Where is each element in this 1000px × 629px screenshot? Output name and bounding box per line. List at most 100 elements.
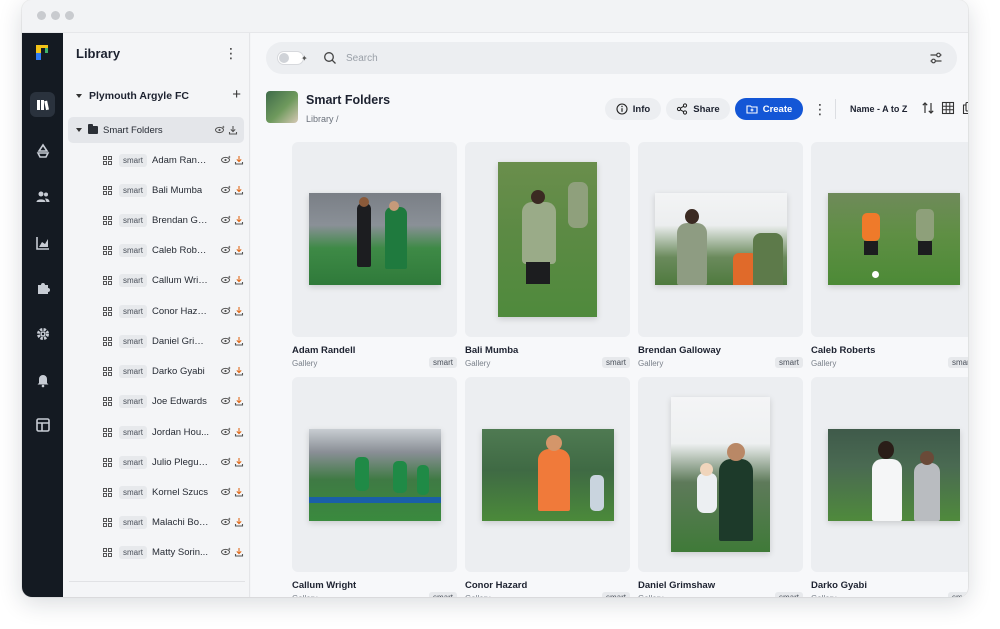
card-thumbnail[interactable] [811,377,968,572]
ai-toggle[interactable]: ✦ [277,51,308,65]
eye-sparkle-icon[interactable] [221,306,231,316]
create-button[interactable]: Create [735,98,803,120]
download-icon[interactable] [234,185,244,195]
gallery-card[interactable]: Daniel Grimshaw Gallery smart [638,377,803,597]
eye-sparkle-icon[interactable] [221,487,231,497]
copy-icon[interactable] [962,101,968,115]
sidebar-item-label: Bali Mumba [152,184,203,196]
sidebar-item[interactable]: smart Caleb Rober... [103,240,244,260]
library-sidebar: Library ⋮ Plymouth Argyle FC + Smart Fol… [63,33,250,597]
sidebar-item[interactable]: smart Jordan Hou... [103,422,244,442]
window-dot[interactable] [37,11,46,20]
download-icon[interactable] [234,215,244,225]
eye-sparkle-icon[interactable] [221,336,231,346]
breadcrumb[interactable]: Library / [306,114,339,124]
eye-sparkle-icon[interactable] [221,517,231,527]
download-icon[interactable] [234,366,244,376]
eye-sparkle-icon[interactable] [221,427,231,437]
gallery-card[interactable]: Adam Randell Gallery smart [292,142,457,368]
gallery-card[interactable]: Darko Gyabi Gallery smart [811,377,968,597]
sidebar-item[interactable]: smart Matty Sorin... [103,542,244,562]
sidebar-group[interactable]: Plymouth Argyle FC + [76,86,241,104]
sidebar-item-label: Brendan Ga... [152,214,210,226]
share-button[interactable]: Share [666,98,730,120]
eye-sparkle-icon[interactable] [221,366,231,376]
card-thumbnail[interactable] [292,142,457,337]
more-vertical-icon[interactable]: ⋮ [813,100,827,118]
caret-down-icon[interactable] [76,94,82,98]
sidebar-item[interactable]: smart Darko Gyabi [103,361,244,381]
photo-image [482,429,614,521]
sidebar-item[interactable]: smart Bali Mumba [103,180,244,200]
app-window: Library ⋮ Plymouth Argyle FC + Smart Fol… [22,0,968,597]
gallery-card[interactable]: Conor Hazard Gallery smart [465,377,630,597]
download-icon[interactable] [234,306,244,316]
search-input[interactable] [346,49,846,67]
eye-sparkle-icon[interactable] [221,215,231,225]
sidebar-item[interactable]: smart Brendan Ga... [103,210,244,230]
bell-icon[interactable] [30,367,55,392]
photo-image [498,162,597,317]
app-logo-icon[interactable] [34,44,50,61]
eye-sparkle-icon[interactable] [221,275,231,285]
sidebar-item[interactable]: smart Daniel Grim... [103,331,244,351]
gallery-card[interactable]: Bali Mumba Gallery smart [465,142,630,368]
sort-arrows-icon[interactable] [921,101,935,115]
eye-sparkle-icon[interactable] [221,155,231,165]
sidebar-item-label: Daniel Grim... [152,335,210,347]
caret-down-icon[interactable] [76,128,82,132]
gear-icon[interactable] [30,321,55,346]
download-icon[interactable] [234,245,244,255]
download-icon[interactable] [228,125,238,135]
card-thumbnail[interactable] [292,377,457,572]
download-icon[interactable] [234,427,244,437]
sidebar-item[interactable]: smart Kornel Szucs [103,482,244,502]
download-icon[interactable] [234,487,244,497]
window-dot[interactable] [51,11,60,20]
download-icon[interactable] [234,396,244,406]
more-vertical-icon[interactable]: ⋮ [224,45,238,61]
sort-dropdown[interactable]: Name - A to Z [850,104,907,114]
download-icon[interactable] [234,457,244,467]
library-icon[interactable] [30,92,55,117]
layout-icon[interactable] [30,412,55,437]
analytics-icon[interactable] [30,230,55,255]
eye-sparkle-icon[interactable] [221,396,231,406]
users-icon[interactable] [30,184,55,209]
puzzle-icon[interactable] [30,275,55,300]
eye-sparkle-icon[interactable] [221,245,231,255]
card-thumbnail[interactable] [465,142,630,337]
info-button[interactable]: Info [605,98,661,120]
sidebar-item[interactable]: smart Julio Plegue... [103,452,244,472]
card-thumbnail[interactable] [638,142,803,337]
grid-icon [103,427,112,437]
eye-sparkle-icon[interactable] [221,185,231,195]
sidebar-item[interactable]: smart Adam Randell [103,150,244,170]
sidebar-item[interactable]: smart Joe Edwards [103,391,244,411]
download-icon[interactable] [234,155,244,165]
eye-sparkle-icon[interactable] [221,457,231,467]
download-icon[interactable] [234,336,244,346]
sidebar-item[interactable]: smart Conor Haza... [103,301,244,321]
eye-sparkle-icon[interactable] [215,125,225,135]
recycle-icon[interactable] [30,138,55,163]
sidebar-item[interactable]: smart Callum Wrig... [103,270,244,290]
window-dot[interactable] [65,11,74,20]
filter-settings-icon[interactable] [929,51,943,65]
smart-tag: smart [429,592,457,597]
download-icon[interactable] [234,547,244,557]
add-icon[interactable]: + [232,86,241,103]
sidebar-item[interactable]: smart Malachi Boa... [103,512,244,532]
download-icon[interactable] [234,517,244,527]
gallery-card[interactable]: Brendan Galloway Gallery smart [638,142,803,368]
card-thumbnail[interactable] [465,377,630,572]
card-title: Callum Wright [292,580,357,591]
gallery-card[interactable]: Callum Wright Gallery smart [292,377,457,597]
card-thumbnail[interactable] [638,377,803,572]
grid-view-icon[interactable] [941,101,955,115]
eye-sparkle-icon[interactable] [221,547,231,557]
gallery-card[interactable]: Caleb Roberts Gallery smart [811,142,968,368]
sidebar-folder-smart[interactable]: Smart Folders [68,117,244,143]
card-thumbnail[interactable] [811,142,968,337]
download-icon[interactable] [234,275,244,285]
